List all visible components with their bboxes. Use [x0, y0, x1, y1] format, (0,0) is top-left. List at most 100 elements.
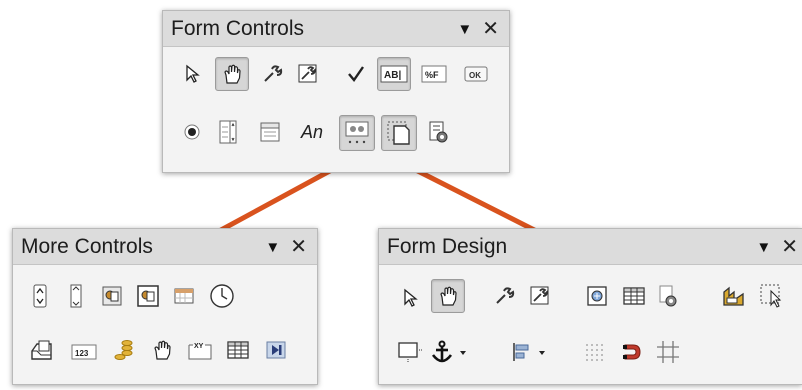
- navigation-bar-icon: [266, 341, 286, 359]
- position-and-size-button[interactable]: [395, 337, 425, 367]
- activation-order-button[interactable]: [619, 281, 649, 311]
- push-button-button[interactable]: OK: [461, 59, 491, 89]
- numerical-field-icon: 123: [71, 344, 97, 360]
- date-field-button[interactable]: [169, 281, 199, 311]
- select-icon: [404, 288, 418, 307]
- file-selection-icon: [31, 340, 52, 360]
- form-design-title: Form Design: [387, 235, 508, 258]
- toolbar-menu-icon[interactable]: ▼: [265, 240, 280, 255]
- activation-order-icon: [623, 287, 645, 305]
- spin-button-icon: [33, 284, 47, 308]
- combo-box-icon: [260, 122, 280, 142]
- label-field-label: An: [300, 121, 324, 142]
- form-navigator-icon: [587, 286, 607, 306]
- pattern-field-button[interactable]: [147, 335, 177, 365]
- open-in-design-mode-icon: [659, 285, 677, 307]
- close-icon[interactable]: ✕: [290, 237, 307, 257]
- more-controls-icon: [345, 121, 369, 144]
- form-properties-icon: [298, 64, 317, 83]
- select-icon: [186, 64, 200, 83]
- option-button-button[interactable]: [177, 117, 207, 147]
- anchor-icon: [431, 340, 466, 363]
- anchor-button[interactable]: [429, 335, 471, 369]
- list-box-button[interactable]: [213, 117, 243, 147]
- design-mode-hand-icon: [224, 64, 241, 84]
- check-box-icon: [348, 66, 364, 82]
- control-properties-button[interactable]: [257, 59, 287, 89]
- select-button[interactable]: [177, 59, 207, 89]
- automatic-control-focus-icon: [723, 286, 744, 306]
- design-mode-button[interactable]: [215, 57, 249, 91]
- close-icon[interactable]: ✕: [781, 237, 798, 257]
- control-properties-icon: [496, 287, 515, 304]
- guides-when-moving-button[interactable]: [653, 337, 683, 367]
- push-button-icon: OK: [464, 66, 488, 82]
- add-field-icon: [760, 284, 782, 308]
- time-field-button[interactable]: [205, 279, 239, 313]
- currency-field-icon: [114, 340, 133, 360]
- design-mode-hand-icon: [440, 286, 457, 306]
- image-button-button[interactable]: [97, 281, 127, 311]
- form-controls-titlebar[interactable]: Form Controls ▼ ✕: [163, 11, 509, 47]
- pattern-field-icon: [154, 340, 171, 360]
- table-control-button[interactable]: [223, 335, 253, 365]
- wizards-button[interactable]: [423, 117, 453, 147]
- form-design-toolbar: Form Design ▼ ✕: [378, 228, 802, 385]
- select-button[interactable]: [395, 283, 425, 313]
- form-design-button[interactable]: [381, 115, 417, 151]
- group-box-button[interactable]: XY: [185, 335, 215, 365]
- display-grid-button[interactable]: [579, 337, 609, 367]
- more-controls-title: More Controls: [21, 235, 153, 258]
- image-control-button[interactable]: [133, 281, 163, 311]
- display-grid-icon: [586, 344, 603, 361]
- image-control-icon: [137, 285, 159, 307]
- more-controls-button[interactable]: [339, 115, 375, 151]
- spin-button-button[interactable]: [25, 281, 55, 311]
- currency-field-button[interactable]: [109, 335, 139, 365]
- form-navigator-button[interactable]: [583, 281, 613, 311]
- scrollbar-button[interactable]: [61, 281, 91, 311]
- snap-to-grid-icon: [623, 344, 641, 360]
- text-box-label: AB|: [384, 70, 401, 81]
- check-box-button[interactable]: [341, 59, 371, 89]
- control-properties-button[interactable]: [489, 281, 519, 311]
- guides-when-moving-icon: [657, 341, 679, 363]
- alignment-button[interactable]: [509, 337, 553, 367]
- file-selection-button[interactable]: [25, 335, 59, 369]
- image-button-icon: [102, 286, 122, 306]
- text-box-icon: AB|: [380, 65, 408, 83]
- alignment-icon: [513, 343, 545, 361]
- text-box-button[interactable]: AB|: [377, 57, 411, 91]
- list-box-icon: [219, 120, 237, 144]
- option-button-icon: [184, 124, 200, 140]
- toolbar-menu-icon[interactable]: ▼: [756, 240, 771, 255]
- label-field-button[interactable]: An: [295, 117, 329, 147]
- numerical-field-button[interactable]: 123: [69, 337, 99, 367]
- combo-box-button[interactable]: [255, 117, 285, 147]
- navigation-bar-button[interactable]: [261, 335, 291, 365]
- form-properties-button[interactable]: [525, 281, 555, 311]
- time-field-icon: [210, 284, 234, 308]
- close-icon[interactable]: ✕: [482, 19, 499, 39]
- automatic-control-focus-button[interactable]: [719, 281, 749, 311]
- open-in-design-mode-button[interactable]: [653, 281, 683, 311]
- more-controls-titlebar[interactable]: More Controls ▼ ✕: [13, 229, 317, 265]
- table-control-icon: [227, 341, 249, 359]
- scrollbar-icon: [70, 284, 82, 308]
- form-design-icon: [387, 121, 410, 145]
- group-box-label: XY: [194, 343, 204, 350]
- form-controls-toolbar: Form Controls ▼ ✕ AB| %F OK An: [162, 10, 510, 173]
- form-design-titlebar[interactable]: Form Design ▼ ✕: [379, 229, 802, 265]
- design-mode-button[interactable]: [431, 279, 465, 313]
- position-and-size-icon: [398, 342, 422, 363]
- numerical-field-label: 123: [75, 349, 89, 358]
- form-properties-icon: [530, 286, 549, 305]
- add-field-button[interactable]: [755, 279, 789, 313]
- formatted-field-label: %F: [425, 70, 439, 80]
- form-properties-button[interactable]: [293, 59, 323, 89]
- snap-to-grid-button[interactable]: [617, 337, 647, 367]
- date-field-icon: [174, 288, 194, 304]
- toolbar-menu-icon[interactable]: ▼: [457, 22, 472, 37]
- wizards-icon: [429, 121, 448, 143]
- formatted-field-button[interactable]: %F: [419, 59, 449, 89]
